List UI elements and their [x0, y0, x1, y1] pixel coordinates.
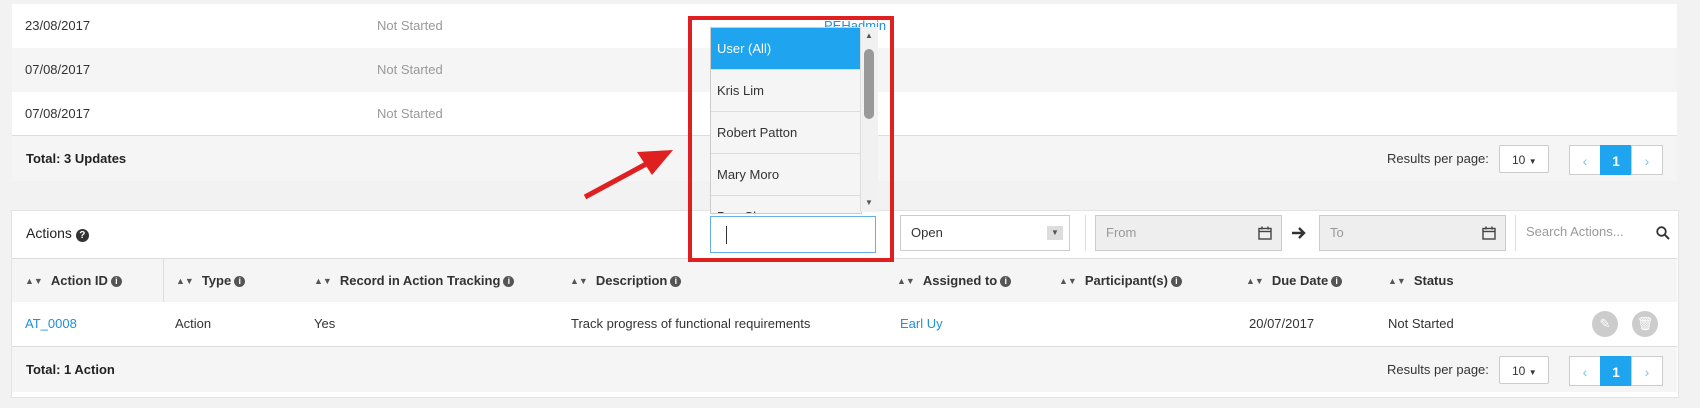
actions-total: Total: 1 Action: [26, 362, 115, 377]
prev-page-button[interactable]: ‹: [1569, 145, 1601, 175]
column-header-status[interactable]: ▲▼ Status: [1388, 259, 1454, 303]
to-date-input[interactable]: To: [1319, 215, 1506, 251]
divider: [1085, 215, 1086, 251]
search-placeholder: Search Actions...: [1526, 224, 1624, 239]
actions-footer: Total: 1 Action Results per page: 10 ▼ ‹…: [12, 346, 1677, 392]
to-placeholder: To: [1330, 225, 1344, 240]
action-status: Not Started: [1388, 316, 1454, 331]
annotation-arrow-icon: [583, 150, 673, 200]
info-icon: i: [110, 276, 122, 287]
status-filter-select[interactable]: Open ▼: [900, 215, 1070, 251]
results-per-page-select[interactable]: 10 ▼: [1499, 145, 1549, 173]
update-status: Not Started: [377, 106, 443, 121]
column-header-assigned-to[interactable]: ▲▼ Assigned to i: [897, 259, 1012, 303]
column-header-action-id[interactable]: ▲▼ Action ID i: [25, 259, 122, 303]
page-number-button[interactable]: 1: [1600, 356, 1632, 386]
action-due-date: 20/07/2017: [1249, 316, 1315, 331]
info-icon: i: [670, 276, 682, 287]
question-circle-icon[interactable]: ?: [75, 229, 89, 242]
column-header-due-date[interactable]: ▲▼ Due Date i: [1246, 259, 1343, 303]
caret-down-icon: ▼: [1047, 226, 1063, 240]
results-per-page-value: 10: [1512, 364, 1526, 378]
sort-icon: ▲▼: [1059, 276, 1077, 286]
column-header-record[interactable]: ▲▼ Record in Action Tracking i: [314, 259, 515, 303]
sort-icon: ▲▼: [25, 276, 43, 286]
assigned-to-link[interactable]: Earl Uy: [900, 302, 943, 346]
action-record: Yes: [314, 316, 336, 331]
info-icon: i: [1170, 276, 1182, 287]
column-header-text: Status: [1413, 273, 1454, 288]
update-date: 07/08/2017: [25, 106, 91, 121]
column-header-description[interactable]: ▲▼ Description i: [570, 259, 682, 303]
updates-total: Total: 3 Updates: [26, 151, 127, 166]
prev-page-button[interactable]: ‹: [1569, 356, 1601, 386]
column-header-participants[interactable]: ▲▼ Participant(s) i: [1059, 259, 1182, 303]
info-icon: i: [234, 276, 246, 287]
from-placeholder: From: [1106, 225, 1137, 240]
sort-icon: ▲▼: [1388, 276, 1406, 286]
column-header-text: Assigned to: [922, 273, 998, 288]
results-per-page-label: Results per page:: [1387, 151, 1489, 166]
sort-icon: ▲▼: [570, 276, 588, 286]
divider: [163, 259, 164, 303]
action-id-link[interactable]: AT_0008: [25, 302, 77, 346]
from-date-input[interactable]: From: [1095, 215, 1282, 251]
search-actions-input[interactable]: Search Actions...: [1516, 215, 1674, 251]
next-page-button[interactable]: ›: [1631, 356, 1663, 386]
column-header-text: Description: [595, 273, 668, 288]
search-icon[interactable]: [1656, 226, 1670, 240]
trash-icon[interactable]: 🗑: [1632, 311, 1658, 337]
actions-title: Actions ?: [26, 215, 89, 251]
calendar-icon[interactable]: [1258, 226, 1272, 240]
annotation-highlight-box: [688, 16, 894, 262]
action-type: Action: [175, 316, 212, 331]
arrow-right-icon: [1292, 227, 1306, 239]
column-header-text: Due Date: [1271, 273, 1329, 288]
actions-title-text: Actions: [26, 225, 72, 241]
table-row[interactable]: AT_0008 Action Yes Track progress of fun…: [12, 302, 1677, 346]
action-description: Track progress of functional requirement…: [571, 316, 811, 331]
column-header-text: Record in Action Tracking: [339, 273, 501, 288]
edit-icon[interactable]: ✎: [1592, 311, 1618, 337]
update-date: 07/08/2017: [25, 62, 91, 77]
sort-icon: ▲▼: [176, 276, 194, 286]
page-number-button[interactable]: 1: [1600, 145, 1632, 175]
calendar-icon[interactable]: [1482, 226, 1496, 240]
results-per-page-value: 10: [1512, 153, 1526, 167]
sort-icon: ▲▼: [314, 276, 332, 286]
sort-icon: ▲▼: [1246, 276, 1264, 286]
next-page-button[interactable]: ›: [1631, 145, 1663, 175]
column-header-text: Participant(s): [1084, 273, 1168, 288]
update-status: Not Started: [377, 62, 443, 77]
sort-icon: ▲▼: [897, 276, 915, 286]
actions-table-header: ▲▼ Action ID i ▲▼ Type i ▲▼ Record in Action …: [12, 258, 1677, 303]
results-per-page-select[interactable]: 10 ▼: [1499, 356, 1549, 384]
column-header-text: Type: [201, 273, 232, 288]
caret-down-icon: ▼: [1528, 157, 1537, 166]
info-icon: i: [1331, 276, 1343, 287]
results-per-page-label: Results per page:: [1387, 362, 1489, 377]
info-icon: i: [503, 276, 515, 287]
info-icon: i: [1000, 276, 1012, 287]
update-date: 23/08/2017: [25, 18, 91, 33]
status-filter-value: Open: [911, 225, 943, 240]
column-header-type[interactable]: ▲▼ Type i: [176, 259, 246, 303]
caret-down-icon: ▼: [1528, 368, 1537, 377]
update-status: Not Started: [377, 18, 443, 33]
column-header-text: Action ID: [50, 273, 108, 288]
